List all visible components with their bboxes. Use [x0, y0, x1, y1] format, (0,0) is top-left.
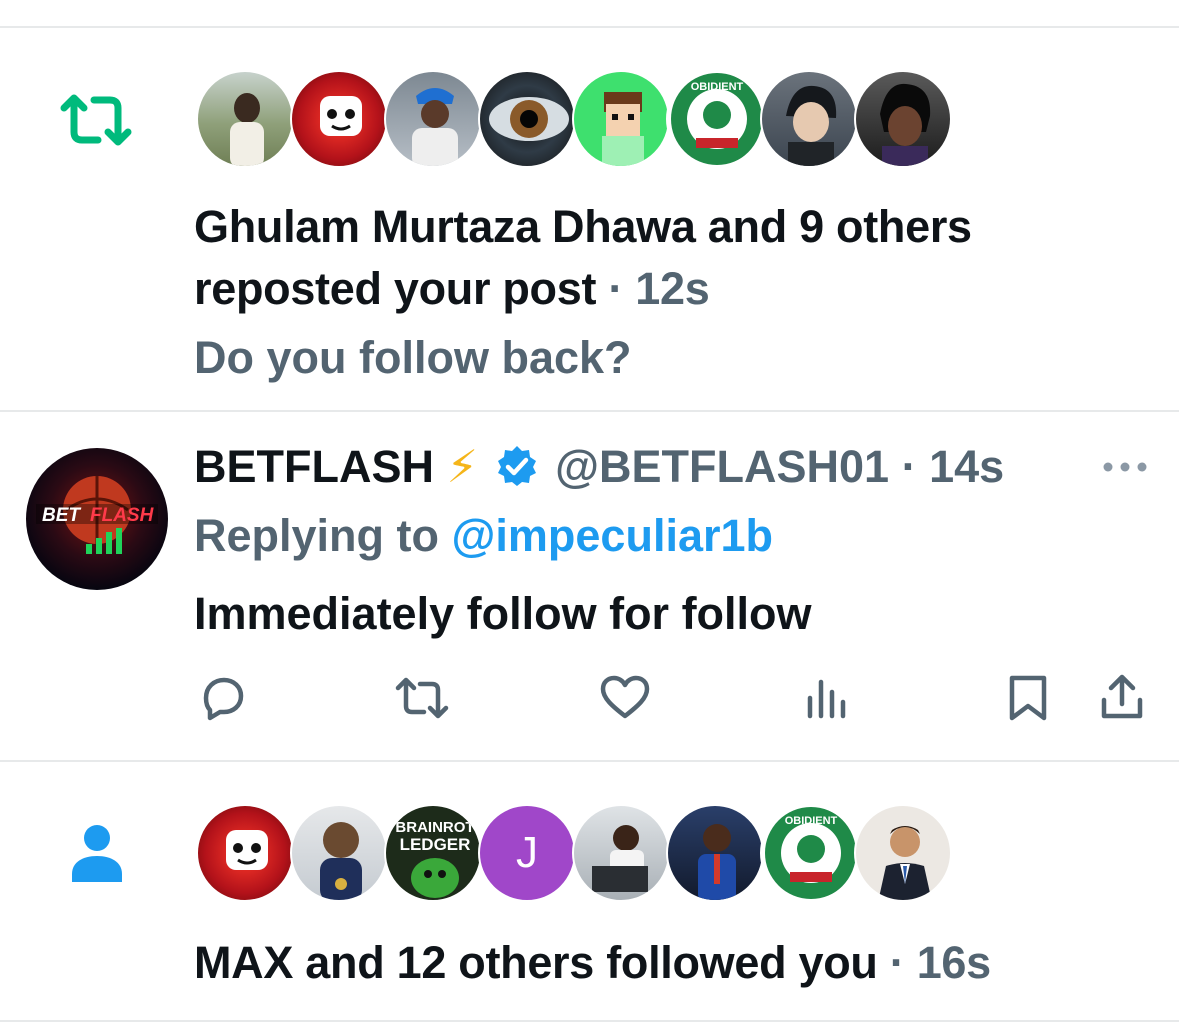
avatar[interactable]: [290, 70, 388, 168]
display-name[interactable]: BETFLASH: [194, 441, 434, 492]
avatar[interactable]: [854, 70, 952, 168]
svg-text:LEDGER: LEDGER: [400, 835, 471, 854]
verified-badge-icon: [495, 444, 539, 499]
repost-subtext: Do you follow back?: [194, 332, 632, 383]
timestamp: 16s: [916, 937, 991, 988]
replying-label: Replying to: [194, 510, 439, 561]
views-icon[interactable]: [804, 672, 848, 729]
like-icon[interactable]: [598, 672, 652, 729]
follow-notification[interactable]: BRAINROT LEDGER J OBIDIENT MAX and 12 oth…: [0, 762, 1179, 1020]
avatar[interactable]: [196, 70, 294, 168]
avatar[interactable]: J: [478, 804, 576, 902]
follow-headline: MAX and 12 others followed you · 16s: [194, 932, 1134, 994]
timestamp[interactable]: 14s: [929, 441, 1004, 492]
avatar[interactable]: [290, 804, 388, 902]
reposter-avatars[interactable]: OBIDIENT: [196, 70, 952, 168]
follow-headline-text: MAX and 12 others followed you: [194, 937, 878, 988]
tweet-header: BETFLASH ⚡ @BETFLASH01 · 14s: [194, 440, 1004, 499]
avatar[interactable]: OBIDIENT: [760, 804, 858, 902]
replying-handle[interactable]: @impeculiar1b: [452, 510, 773, 561]
follower-avatars[interactable]: BRAINROT LEDGER J OBIDIENT: [196, 804, 952, 902]
repost-headline: Ghulam Murtaza Dhawa and 9 others repost…: [194, 196, 1134, 320]
svg-text:FLASH: FLASH: [90, 505, 155, 526]
svg-text:BET: BET: [42, 505, 81, 526]
reply-icon[interactable]: [196, 672, 248, 729]
tweet-text: Immediately follow for follow: [194, 588, 812, 639]
separator: ·: [877, 937, 917, 988]
separator: ·: [889, 441, 930, 492]
share-icon[interactable]: [1098, 672, 1146, 729]
svg-text:BRAINROT: BRAINROT: [395, 819, 474, 836]
avatar[interactable]: [760, 70, 858, 168]
separator: ·: [596, 263, 636, 314]
avatar[interactable]: BRAINROT LEDGER: [384, 804, 482, 902]
avatar[interactable]: [854, 804, 952, 902]
person-icon: [70, 822, 124, 889]
more-options-icon[interactable]: [1102, 455, 1148, 484]
avatar[interactable]: OBIDIENT: [666, 70, 764, 168]
handle[interactable]: @BETFLASH01: [555, 441, 889, 492]
avatar[interactable]: [572, 70, 670, 168]
repost-notification[interactable]: OBIDIENT Ghulam Murtaza Dhawa and 9 othe…: [0, 28, 1179, 410]
lightning-emoji: ⚡: [446, 441, 479, 492]
avatar[interactable]: [572, 804, 670, 902]
svg-text:OBIDIENT: OBIDIENT: [691, 81, 744, 93]
bookmark-icon[interactable]: [1006, 672, 1050, 729]
timestamp: 12s: [635, 263, 710, 314]
avatar[interactable]: [666, 804, 764, 902]
tweet-author-avatar[interactable]: BET FLASH: [26, 448, 168, 590]
repost-icon: [60, 92, 132, 153]
avatar[interactable]: [384, 70, 482, 168]
bottom-divider: [0, 1020, 1179, 1022]
replying-to: Replying to @impeculiar1b: [194, 510, 773, 562]
repost-headline-text: Ghulam Murtaza Dhawa and 9 others repost…: [194, 201, 972, 314]
avatar[interactable]: [478, 70, 576, 168]
repost-icon[interactable]: [394, 672, 450, 729]
svg-text:OBIDIENT: OBIDIENT: [785, 815, 838, 827]
avatar[interactable]: [196, 804, 294, 902]
